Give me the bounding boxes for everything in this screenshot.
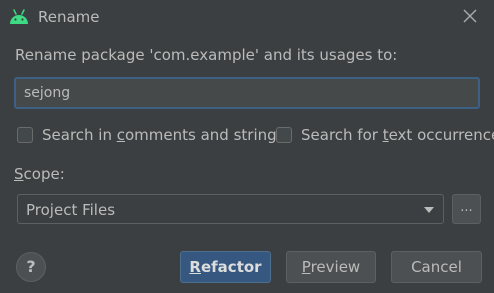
search-comments-checkbox-row[interactable]: Search in comments and strings — [17, 125, 284, 145]
search-comments-label: Search in comments and strings — [42, 126, 285, 144]
chevron-down-icon — [424, 207, 434, 213]
scope-selected-value: Project Files — [26, 201, 116, 219]
search-text-label: Search for text occurrences — [301, 126, 494, 144]
window-title: Rename — [38, 8, 100, 26]
refactor-button[interactable]: Refactor — [180, 251, 271, 283]
scope-label: Scope: — [14, 165, 65, 183]
cancel-button[interactable]: Cancel — [391, 251, 482, 283]
new-name-input[interactable] — [14, 77, 480, 109]
title-bar: Rename — [0, 0, 494, 36]
close-icon[interactable] — [462, 8, 478, 24]
rename-prompt: Rename package 'com.example' and its usa… — [15, 46, 398, 64]
scope-select[interactable]: Project Files — [17, 194, 444, 224]
preview-button[interactable]: Preview — [286, 251, 376, 283]
search-text-checkbox[interactable] — [276, 127, 292, 143]
android-icon — [10, 9, 28, 24]
search-comments-checkbox[interactable] — [17, 127, 33, 143]
scope-more-button[interactable]: ... — [452, 194, 481, 224]
help-button[interactable]: ? — [16, 252, 46, 282]
search-text-checkbox-row[interactable]: Search for text occurrences — [276, 125, 494, 145]
